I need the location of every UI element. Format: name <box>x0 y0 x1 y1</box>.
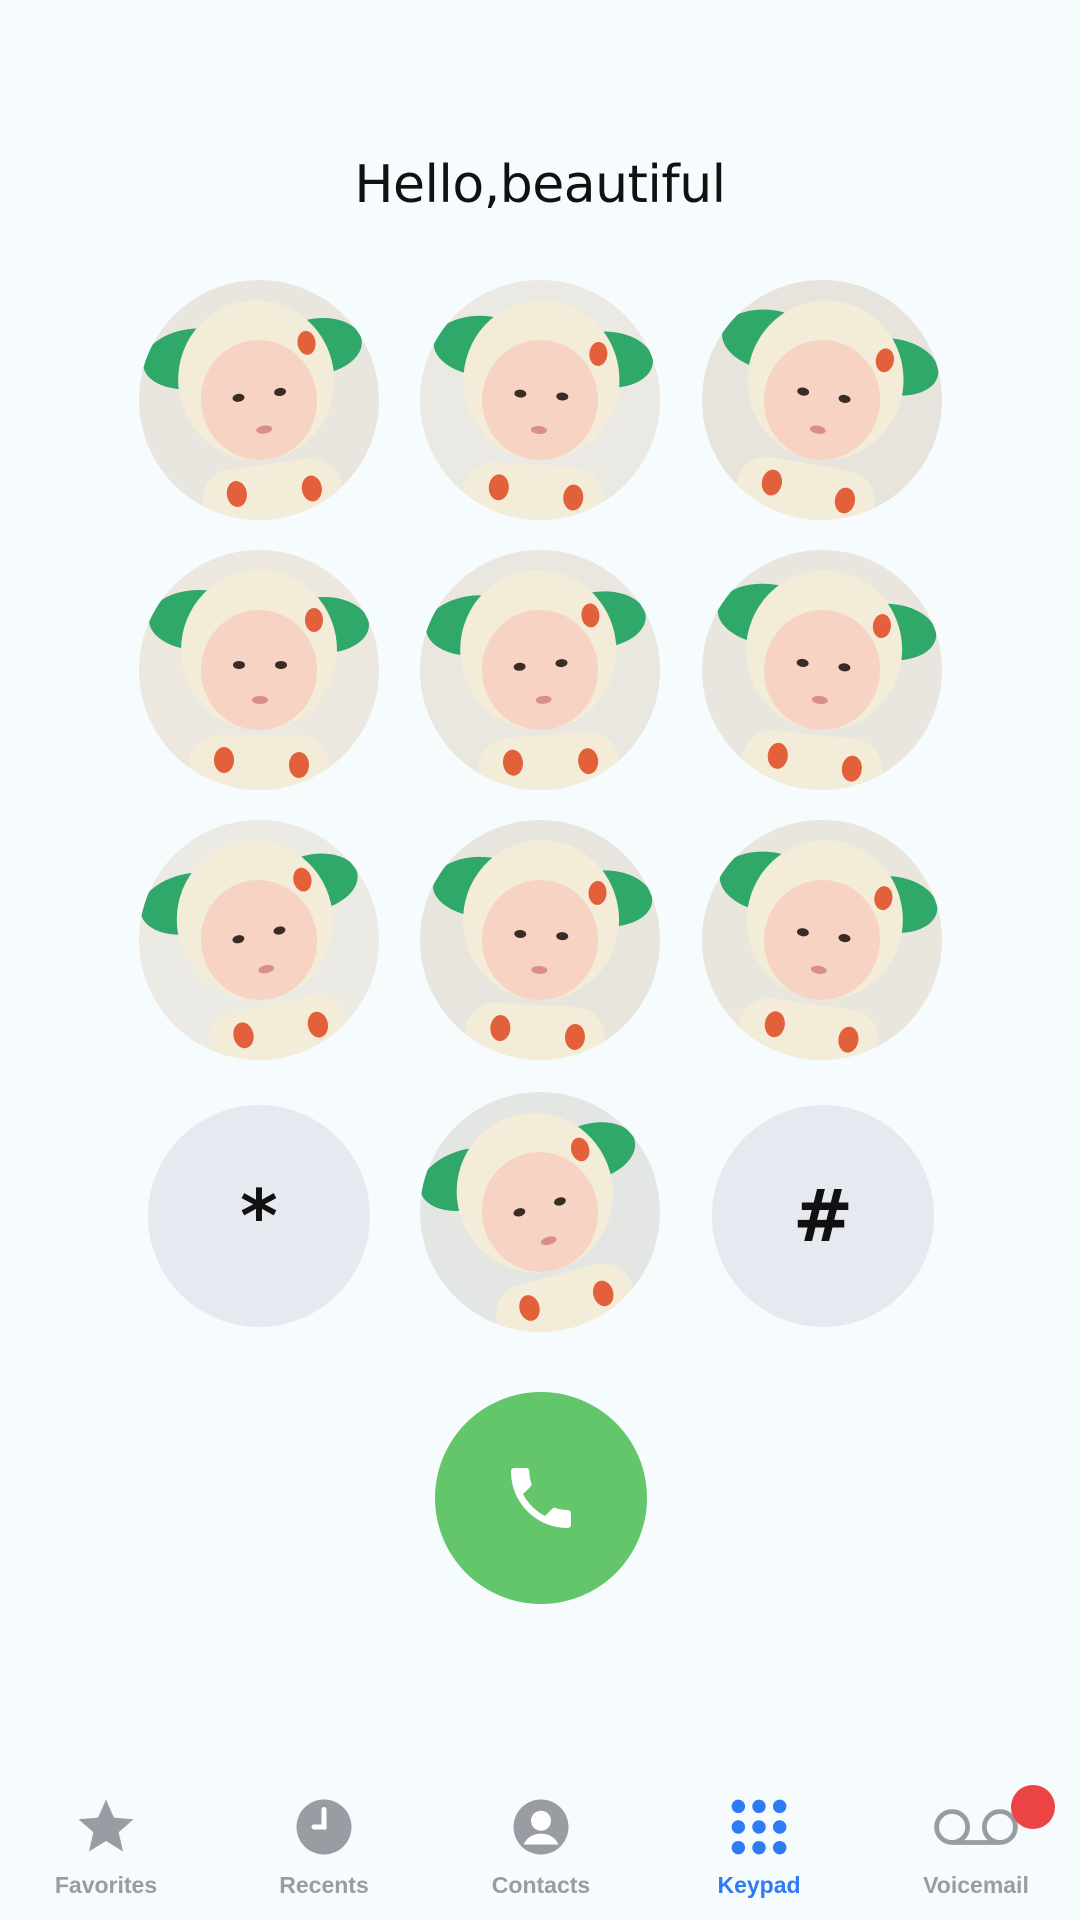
baby-photo <box>420 820 660 1060</box>
tab-favorites[interactable]: Favorites <box>6 1770 206 1910</box>
call-button[interactable] <box>435 1392 647 1604</box>
keypad-grid-icon <box>731 1799 787 1855</box>
keypad-key-1[interactable] <box>139 280 379 520</box>
baby-photo <box>139 280 379 520</box>
page-title: Hello,beautiful <box>354 155 726 215</box>
tab-label: Contacts <box>491 1872 591 1898</box>
star-icon <box>78 1799 134 1852</box>
baby-photo <box>139 550 379 790</box>
tab-recents[interactable]: Recents <box>224 1770 424 1910</box>
keypad-key-star[interactable]: * <box>148 1105 370 1327</box>
hash-symbol: # <box>792 1174 854 1258</box>
clock-icon <box>296 1799 352 1855</box>
keypad-key-6[interactable] <box>702 550 942 790</box>
tab-bar: Favorites Recents Contacts Keypad Voicem… <box>0 1770 1080 1920</box>
baby-photo <box>702 550 942 790</box>
person-icon <box>513 1799 569 1855</box>
keypad-key-4[interactable] <box>139 550 379 790</box>
keypad-key-7[interactable] <box>139 820 379 1060</box>
keypad-key-2[interactable] <box>420 280 660 520</box>
star-symbol: * <box>240 1174 278 1258</box>
keypad-key-5[interactable] <box>420 550 660 790</box>
keypad-key-hash[interactable]: # <box>712 1105 934 1327</box>
baby-photo <box>420 280 660 520</box>
voicemail-icon <box>934 1809 1018 1845</box>
tab-label: Recents <box>279 1872 369 1898</box>
tab-voicemail[interactable]: Voicemail <box>876 1770 1076 1910</box>
tab-contacts[interactable]: Contacts <box>441 1770 641 1910</box>
baby-photo <box>702 280 942 520</box>
keypad-key-3[interactable] <box>702 280 942 520</box>
baby-photo <box>702 820 942 1060</box>
tab-label: Keypad <box>717 1872 801 1898</box>
keypad-key-9[interactable] <box>702 820 942 1060</box>
baby-photo <box>420 1092 660 1332</box>
tab-keypad[interactable]: Keypad <box>659 1770 859 1910</box>
phone-icon <box>511 1468 571 1528</box>
baby-photo <box>139 820 379 1060</box>
baby-photo <box>420 550 660 790</box>
keypad-key-8[interactable] <box>420 820 660 1060</box>
tab-label: Favorites <box>54 1872 158 1898</box>
keypad-key-0[interactable] <box>420 1092 660 1332</box>
tab-label: Voicemail <box>923 1872 1029 1898</box>
notification-badge <box>1011 1785 1055 1829</box>
